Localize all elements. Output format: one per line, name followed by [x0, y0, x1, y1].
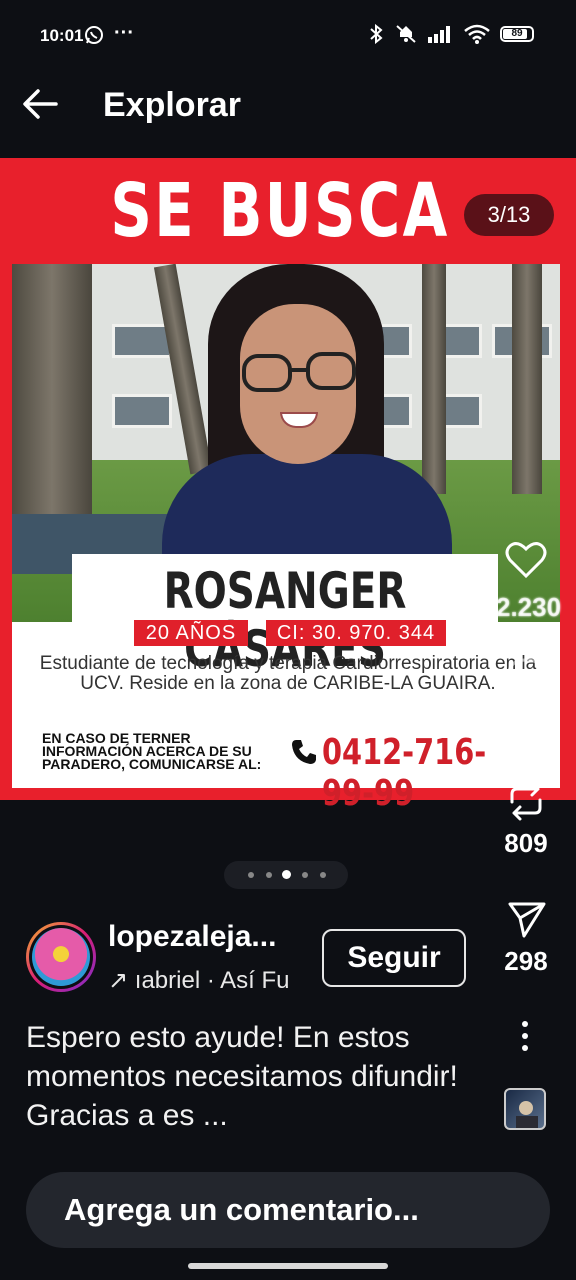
audio-cover-image	[516, 1101, 538, 1128]
battery-icon: 89	[500, 26, 534, 42]
share-count: 298	[504, 946, 548, 976]
like-count: 2.230	[496, 592, 562, 622]
wifi-icon	[464, 24, 490, 44]
username[interactable]: lopezaleja...	[108, 920, 276, 954]
top-bar: Explorar	[0, 72, 576, 142]
vibrate-muted-icon	[396, 25, 416, 43]
repost-icon	[510, 781, 542, 821]
avatar[interactable]	[26, 922, 96, 992]
post-image[interactable]: SE BUSCA 3/13 ROSANGER CÁSARES 20 AÑOS C…	[0, 158, 576, 814]
comment-box[interactable]	[26, 1172, 550, 1248]
arrow-left-icon[interactable]	[20, 86, 60, 122]
repost-count: 809	[504, 828, 548, 858]
status-time: 10:01	[40, 26, 84, 45]
carousel-counter: 3/13	[464, 194, 554, 236]
id-badge: CI: 30. 970. 344	[266, 620, 446, 646]
poster-headline: SE BUSCA	[110, 168, 450, 254]
post-caption[interactable]: Espero esto ayude! En estos momentos nec…	[26, 1018, 486, 1135]
comment-count: 23	[511, 706, 541, 736]
status-bar: 10:01 ··· 89	[0, 0, 576, 70]
status-icons: 89	[368, 24, 534, 44]
whatsapp-icon	[85, 26, 103, 44]
follow-button[interactable]: Seguir	[322, 929, 466, 987]
more-notifications-icon: ···	[114, 22, 134, 44]
paper-plane-icon	[508, 902, 546, 938]
comment-bubble-icon	[506, 658, 546, 698]
bluetooth-icon	[370, 24, 383, 44]
home-indicator[interactable]	[188, 1263, 388, 1269]
like-button[interactable]: 2.230	[496, 540, 562, 623]
carousel-dot	[302, 872, 308, 878]
carousel-dot	[248, 872, 254, 878]
contact-label: EN CASO DE TERNER INFORMACIÓN ACERCA DE …	[42, 730, 262, 772]
page-title: Explorar	[103, 86, 241, 124]
repost-button[interactable]: 809	[496, 780, 556, 859]
phone-icon	[292, 740, 316, 764]
audio-track-label[interactable]: ↗ ıabriel · Así Fu	[108, 966, 308, 995]
comment-button[interactable]: 23	[496, 656, 556, 737]
contact-phone: 0412-716-99-99	[322, 732, 487, 814]
person-description: Estudiante de tecnología y terapia Cardi…	[39, 653, 537, 694]
heart-icon	[505, 542, 547, 579]
battery-level: 89	[511, 28, 523, 39]
comment-input[interactable]	[64, 1182, 524, 1238]
audio-thumbnail[interactable]	[504, 1088, 546, 1130]
share-button[interactable]: 298	[496, 898, 556, 977]
age-badge: 20 AÑOS	[134, 620, 248, 646]
carousel-indicator	[224, 861, 348, 889]
carousel-dot	[266, 872, 272, 878]
signal-icon	[428, 26, 450, 43]
carousel-dot	[320, 872, 326, 878]
more-vertical-icon[interactable]	[514, 1018, 536, 1054]
carousel-dot-active	[282, 870, 291, 879]
